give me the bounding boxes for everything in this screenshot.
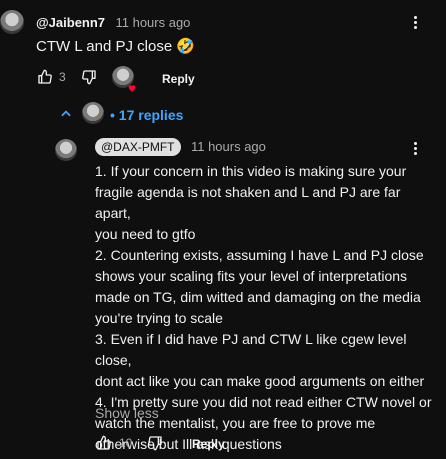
avatar	[82, 102, 104, 124]
heart-icon	[127, 80, 137, 98]
dislike-button[interactable]	[146, 434, 164, 452]
more-vertical-icon[interactable]	[414, 140, 417, 157]
bullet: •	[110, 107, 115, 123]
reply-text-line: 1. If your concern in this video is maki…	[95, 163, 407, 179]
replies-count: 17 replies	[118, 107, 184, 123]
show-less-button[interactable]: Show less	[95, 405, 159, 421]
reply-text-line: made on TG, dim witted and damaging on t…	[95, 289, 421, 305]
reply-text-line: shows your scaling fits your level of in…	[95, 268, 408, 284]
reply-button[interactable]: Reply	[162, 72, 195, 86]
dislike-button[interactable]	[80, 68, 98, 86]
replies-toggle[interactable]: • 17 replies	[110, 107, 183, 123]
avatar[interactable]	[55, 139, 77, 161]
like-button[interactable]	[95, 434, 113, 452]
more-vertical-icon[interactable]	[414, 14, 417, 31]
comment-time[interactable]: 11 hours ago	[115, 15, 190, 30]
reply-text-line: you're trying to scale	[95, 310, 223, 326]
reply-text-line: 3. Even if I did have PJ and CTW L like …	[95, 331, 407, 368]
comment-text: CTW L and PJ close 🤣	[36, 38, 196, 55]
like-button[interactable]	[36, 68, 54, 86]
avatar[interactable]	[0, 10, 24, 34]
reply-text-line: 2. Countering exists, assuming I have L …	[95, 247, 424, 263]
reply-text-line: you need to gtfo	[95, 226, 196, 242]
thumbs-down-icon	[82, 70, 96, 85]
thumbs-up-icon	[97, 435, 111, 450]
reply-text-line: dont act like you can make good argument…	[95, 373, 425, 389]
comment-author[interactable]: @Jaibenn7	[36, 15, 105, 30]
thumbs-down-icon	[148, 436, 162, 451]
comment-header: @Jaibenn7 11 hours ago	[36, 14, 190, 32]
like-count: 10	[119, 436, 133, 450]
chevron-up-icon[interactable]	[58, 106, 74, 122]
reply-author[interactable]: @DAX-PMFT	[95, 138, 181, 156]
like-count: 3	[59, 70, 66, 84]
thumbs-up-icon	[38, 69, 52, 84]
reply-button[interactable]: Reply	[192, 437, 225, 451]
reply-header: @DAX-PMFT 11 hours ago	[95, 138, 266, 156]
reply-text-line: fragile agenda is not shaken and L and P…	[95, 184, 401, 221]
reply-time[interactable]: 11 hours ago	[191, 139, 266, 154]
